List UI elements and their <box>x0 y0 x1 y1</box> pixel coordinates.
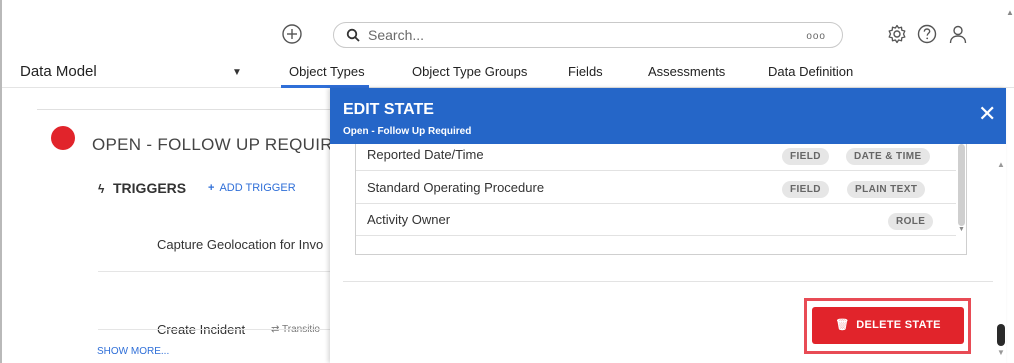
field-name: Standard Operating Procedure <box>367 180 545 195</box>
type-badge: ROLE <box>888 213 934 230</box>
module-nav: Data Model ▼ Object Types Object Type Gr… <box>2 58 1014 88</box>
plus-icon: + <box>208 182 215 194</box>
list-item[interactable]: Standard Operating Procedure FIELD PLAIN… <box>356 173 956 204</box>
add-trigger-label: ADD TRIGGER <box>219 182 296 194</box>
user-profile-icon[interactable] <box>948 24 968 44</box>
modal-title: EDIT STATE <box>343 101 434 118</box>
trigger-item[interactable]: Capture Geolocation for Invo <box>157 237 323 252</box>
tab-object-type-groups[interactable]: Object Type Groups <box>412 64 527 79</box>
edit-state-modal: EDIT STATE Open - Follow Up Required ✕ R… <box>330 88 1006 363</box>
list-scrollbar[interactable]: ▼ <box>957 144 966 254</box>
triggers-label: TRIGGERS <box>113 180 187 196</box>
help-icon[interactable] <box>917 24 937 44</box>
page-scrollbar[interactable]: ▲ ▼ <box>994 140 1008 363</box>
list-scrollbar-thumb[interactable] <box>958 144 965 226</box>
tab-assessments[interactable]: Assessments <box>648 64 725 79</box>
chevron-down-icon[interactable]: ▼ <box>232 67 242 78</box>
delete-state-label: DELETE STATE <box>856 319 941 331</box>
gear-icon[interactable] <box>887 24 907 44</box>
scroll-down-icon[interactable]: ▼ <box>958 226 965 233</box>
type-badge: FIELD <box>782 181 829 198</box>
scroll-up-icon[interactable]: ▲ <box>997 160 1005 169</box>
tab-object-types[interactable]: Object Types <box>289 64 365 79</box>
search-options-icon[interactable]: ooo <box>806 31 826 42</box>
modal-divider <box>343 281 993 282</box>
state-fields-list: Reported Date/Time FIELD DATE & TIME Sta… <box>355 144 967 255</box>
state-color-dot <box>51 126 75 150</box>
search-input[interactable]: Search... ooo <box>333 22 843 48</box>
tab-data-definition[interactable]: Data Definition <box>768 64 853 79</box>
show-more-link[interactable]: SHOW MORE... <box>97 346 169 357</box>
search-placeholder: Search... <box>368 27 425 43</box>
page-scrollbar-thumb[interactable] <box>997 324 1005 346</box>
window-scroll-up-icon[interactable]: ▲ <box>1006 8 1014 17</box>
close-icon[interactable]: ✕ <box>978 103 996 125</box>
type-badge: FIELD <box>782 148 829 165</box>
list-item[interactable]: Activity Owner ROLE <box>356 205 956 236</box>
top-bar: Search... ooo ▲ <box>2 0 1014 58</box>
scroll-down-icon[interactable]: ▼ <box>997 348 1005 357</box>
trash-icon: 🗑 <box>835 319 850 331</box>
add-trigger-link[interactable]: + ADD TRIGGER <box>208 182 296 194</box>
search-icon <box>346 28 360 42</box>
module-select[interactable]: Data Model <box>20 63 97 80</box>
section-divider <box>37 109 331 110</box>
field-name: Reported Date/Time <box>367 147 484 162</box>
tab-fields[interactable]: Fields <box>568 64 603 79</box>
field-name: Activity Owner <box>367 212 451 227</box>
modal-subtitle: Open - Follow Up Required <box>343 126 472 137</box>
lightning-icon: ϟ <box>98 182 105 196</box>
state-title: OPEN - FOLLOW UP REQUIRE <box>92 135 345 154</box>
type-badge: DATE & TIME <box>846 148 930 165</box>
add-circle-icon[interactable] <box>281 23 303 45</box>
type-badge: PLAIN TEXT <box>847 181 926 198</box>
delete-state-button[interactable]: 🗑 DELETE STATE <box>812 307 964 344</box>
modal-header: EDIT STATE Open - Follow Up Required ✕ <box>330 88 1006 144</box>
list-item[interactable]: Reported Date/Time FIELD DATE & TIME <box>356 144 956 171</box>
row-divider <box>98 271 331 272</box>
row-divider <box>98 329 331 330</box>
